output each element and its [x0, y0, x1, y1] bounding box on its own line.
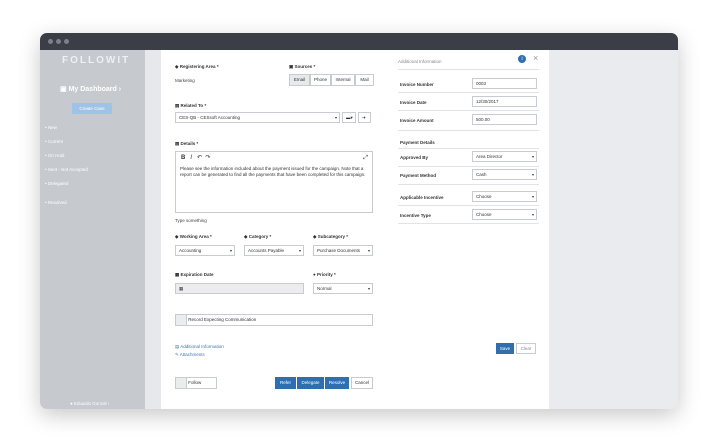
italic-icon[interactable]: I: [190, 155, 192, 161]
attachments-link[interactable]: ✎ Attachments: [175, 352, 205, 358]
cancel-button[interactable]: Cancel: [351, 377, 373, 389]
invoice-amount-label: Invoice Amount: [400, 118, 434, 123]
sidebar: FOLLOWIT ▣ My Dashboard › Create Case • …: [40, 50, 145, 409]
chevron-down-icon: ▾: [334, 115, 337, 120]
subcategory-label: ◆ Subcategory *: [313, 234, 348, 239]
bold-icon[interactable]: B: [181, 155, 185, 161]
details-label: ▤ Details *: [175, 141, 199, 146]
category-select[interactable]: Accounts Payable ▾: [244, 245, 304, 256]
create-case-button[interactable]: Create Case: [72, 103, 112, 114]
source-phone-button[interactable]: Phone: [310, 74, 331, 86]
close-icon[interactable]: ×: [533, 53, 538, 63]
expiration-date-label: ▦ Expiration Date: [175, 272, 214, 277]
payment-method-select[interactable]: Cash ▾: [472, 169, 537, 180]
sidebar-item-new[interactable]: • New: [45, 125, 57, 130]
sources-label: ▣ Sources *: [289, 64, 316, 69]
priority-select[interactable]: Normal ▾: [313, 283, 373, 294]
undo-icon[interactable]: ↶: [197, 155, 202, 161]
sidebar-item-resolved[interactable]: • Resolved: [45, 200, 67, 205]
details-placeholder: Type something: [175, 218, 207, 223]
payment-method-label: Payment Method: [400, 173, 437, 178]
category-label: ◆ Category *: [244, 234, 272, 239]
invoice-number-label: Invoice Number: [400, 82, 434, 87]
working-area-label: ◆ Working Area *: [175, 234, 212, 239]
approved-by-select[interactable]: Area Director ▾: [472, 151, 537, 162]
incentive-type-select[interactable]: Choose ▾: [472, 209, 537, 220]
dashboard-link[interactable]: ▣ My Dashboard ›: [60, 85, 121, 93]
calendar-icon: ▬▾: [346, 115, 353, 120]
window-dot-icon[interactable]: [64, 39, 69, 44]
window-dot-icon[interactable]: [56, 39, 61, 44]
chevron-down-icon: ▾: [298, 248, 301, 253]
working-area-select[interactable]: Accounting ▾: [175, 245, 235, 256]
chevron-down-icon: ▾: [367, 286, 370, 291]
details-text[interactable]: Please see the information included abou…: [180, 166, 366, 178]
case-form-panel: ◆ Registering Area * Marketing ▣ Sources…: [161, 50, 389, 409]
applicable-incentive-label: Applicable Incentive: [400, 195, 444, 200]
chevron-down-icon: ▾: [531, 194, 534, 199]
invoice-number-input[interactable]: 0003: [472, 78, 537, 89]
case-list-background: [549, 50, 678, 409]
additional-info-link[interactable]: ▤ Additional Information: [175, 344, 224, 350]
dashboard-icon: ▣: [60, 86, 69, 93]
invoice-amount-input[interactable]: 500.00: [472, 114, 537, 125]
record-communication-toggle[interactable]: Record Expecting Communication: [175, 314, 373, 326]
editor-toolbar: B I ↶ ↷: [181, 154, 210, 163]
invoice-date-label: Invoice Date: [400, 100, 427, 105]
app-window: FOLLOWIT ▣ My Dashboard › Create Case • …: [40, 33, 678, 409]
chevron-down-icon: ▾: [531, 212, 534, 217]
sidebar-item-on-hold[interactable]: • On Hold: [45, 153, 64, 158]
source-email-button[interactable]: Email: [289, 74, 310, 86]
arrow-right-icon: ➜: [362, 115, 366, 120]
logo: FOLLOWIT: [62, 55, 131, 66]
priority-label: ● Priority *: [313, 272, 336, 277]
redo-icon[interactable]: ↷: [205, 155, 210, 161]
invoice-date-input[interactable]: 12/30/2017: [472, 96, 537, 107]
refer-button[interactable]: Refer: [275, 377, 296, 389]
subcategory-select[interactable]: Purchase Documents ▾: [313, 245, 373, 256]
approved-by-label: Approved By: [400, 155, 429, 160]
sidebar-item-delegated[interactable]: • Delegated: [45, 181, 68, 186]
expand-icon[interactable]: ⤢: [363, 154, 368, 163]
chevron-down-icon: ▾: [531, 154, 534, 159]
registering-area-value: Marketing: [175, 78, 195, 83]
related-to-type-select[interactable]: ▬▾: [342, 112, 356, 123]
user-menu[interactable]: ● Eduardo Gonzal ›: [70, 401, 109, 406]
follow-toggle[interactable]: Follow: [175, 377, 217, 389]
chevron-down-icon: ▾: [531, 172, 534, 177]
chevron-down-icon: ▾: [367, 248, 370, 253]
payment-details-label: Payment Details: [400, 140, 435, 145]
source-internal-button[interactable]: Internal: [331, 74, 355, 86]
additional-info-title: Additional Information: [398, 59, 442, 64]
details-editor[interactable]: B I ↶ ↷ ⤢ Please see the information inc…: [175, 151, 373, 213]
calendar-icon: ▦: [179, 286, 184, 291]
sidebar-item-sent[interactable]: • Sent - Not Accepted: [45, 167, 88, 172]
incentive-type-label: Incentive Type: [400, 213, 431, 218]
expiration-date-input[interactable]: ▦: [175, 283, 304, 294]
applicable-incentive-select[interactable]: Choose ▾: [472, 191, 537, 202]
source-mail-button[interactable]: Mail: [355, 74, 374, 86]
checkbox-icon: [176, 378, 187, 388]
window-dot-icon[interactable]: [48, 39, 53, 44]
registering-area-label: ◆ Registering Area *: [175, 64, 219, 69]
title-bar: [40, 33, 678, 50]
sidebar-item-current[interactable]: • Current: [45, 139, 63, 144]
clear-button[interactable]: Clear: [516, 343, 536, 354]
additional-info-panel: Additional Information i × Invoice Numbe…: [388, 50, 549, 409]
chevron-down-icon: ▾: [229, 248, 232, 253]
delegate-button[interactable]: Delegate: [297, 377, 324, 389]
related-to-label: ▤ Related To *: [175, 103, 207, 108]
info-icon[interactable]: i: [518, 55, 526, 63]
save-button[interactable]: Save: [496, 343, 514, 354]
related-to-select[interactable]: CES-QB - CESsoft Accounting ▾: [175, 112, 340, 123]
checkbox-icon: [176, 315, 187, 325]
related-to-go-button[interactable]: ➜: [358, 112, 371, 123]
resolve-button[interactable]: Resolve: [325, 377, 349, 389]
